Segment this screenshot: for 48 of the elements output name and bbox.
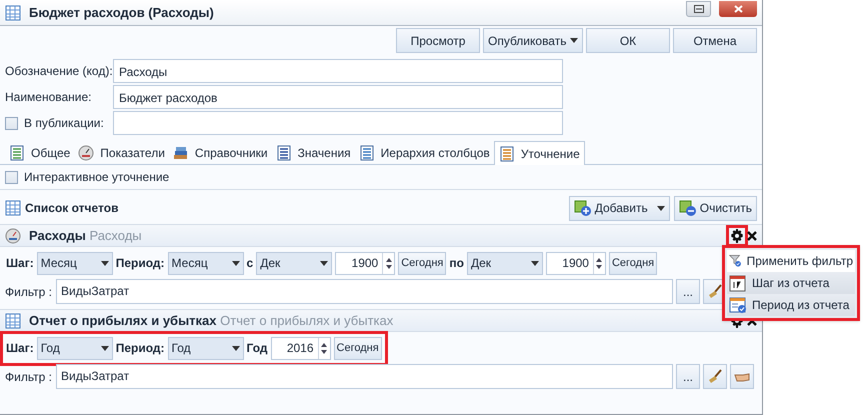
- field-label: Наименование:: [5, 89, 93, 106]
- dropdown-select[interactable]: Месяц: [168, 252, 244, 274]
- filter-field[interactable]: ВидыЗатрат: [56, 279, 673, 304]
- today-button[interactable]: Сегодня: [608, 252, 658, 274]
- dropdown-select[interactable]: Месяц: [36, 252, 113, 274]
- text-field[interactable]: Расходы: [113, 59, 563, 83]
- browse-button[interactable]: ...: [676, 279, 700, 304]
- control-label: с: [246, 255, 254, 272]
- control-label: Шаг:: [6, 340, 34, 357]
- tab[interactable]: Общее: [5, 141, 74, 164]
- add-button[interactable]: Добавить: [568, 196, 670, 220]
- number-spinner[interactable]: 2016: [270, 336, 331, 360]
- tab[interactable]: Значения: [272, 141, 355, 164]
- control-label: Год: [246, 340, 268, 357]
- field-label: Обозначение (код):: [5, 63, 113, 80]
- toolbar-button[interactable]: ОК: [586, 28, 670, 53]
- checkbox-label: Интерактивное уточнение: [24, 169, 170, 186]
- report-title: Отчет о прибылях и убытках Отчет о прибылях и убытках: [29, 312, 394, 330]
- window-title: Бюджет расходов (Расходы): [29, 4, 214, 22]
- dropdown-select[interactable]: Год: [36, 336, 113, 360]
- filter-field[interactable]: ВидыЗатрат: [56, 364, 673, 389]
- tab[interactable]: Уточнение: [494, 141, 585, 165]
- number-spinner[interactable]: 1900: [335, 252, 396, 274]
- control-label: Период:: [116, 340, 165, 357]
- filter-label: Фильтр :: [5, 284, 53, 300]
- tab[interactable]: Иерархия столбцов: [354, 141, 494, 164]
- number-spinner[interactable]: 1900: [546, 252, 606, 274]
- report-title: Расходы Расходы: [29, 226, 142, 245]
- dropdown-select[interactable]: Дек: [466, 252, 543, 274]
- section-title: Список отчетов: [25, 200, 118, 217]
- dropdown-button[interactable]: Опубликовать: [483, 28, 583, 53]
- text-field[interactable]: Бюджет расходов: [113, 85, 563, 109]
- today-button[interactable]: Сегодня: [334, 336, 382, 360]
- toolbar-button[interactable]: Просмотр: [396, 28, 480, 53]
- tab[interactable]: Показатели: [74, 141, 169, 164]
- dropdown-select[interactable]: Дек: [256, 252, 332, 274]
- browse-button[interactable]: ...: [676, 364, 700, 389]
- dropdown-select[interactable]: Год: [168, 336, 244, 360]
- control-label: Шаг:: [6, 255, 34, 272]
- tab[interactable]: Справочники: [168, 141, 272, 164]
- filter-label: Фильтр :: [5, 368, 53, 386]
- menu-item[interactable]: Применить фильтр: [727, 250, 855, 272]
- control-label: Период:: [116, 255, 165, 272]
- field-label: В публикации:: [24, 115, 104, 132]
- control-label: по: [449, 255, 464, 272]
- clear-button[interactable]: Очистить: [674, 196, 757, 220]
- toolbar-button[interactable]: Отмена: [673, 28, 757, 53]
- today-button[interactable]: Сегодня: [398, 252, 446, 274]
